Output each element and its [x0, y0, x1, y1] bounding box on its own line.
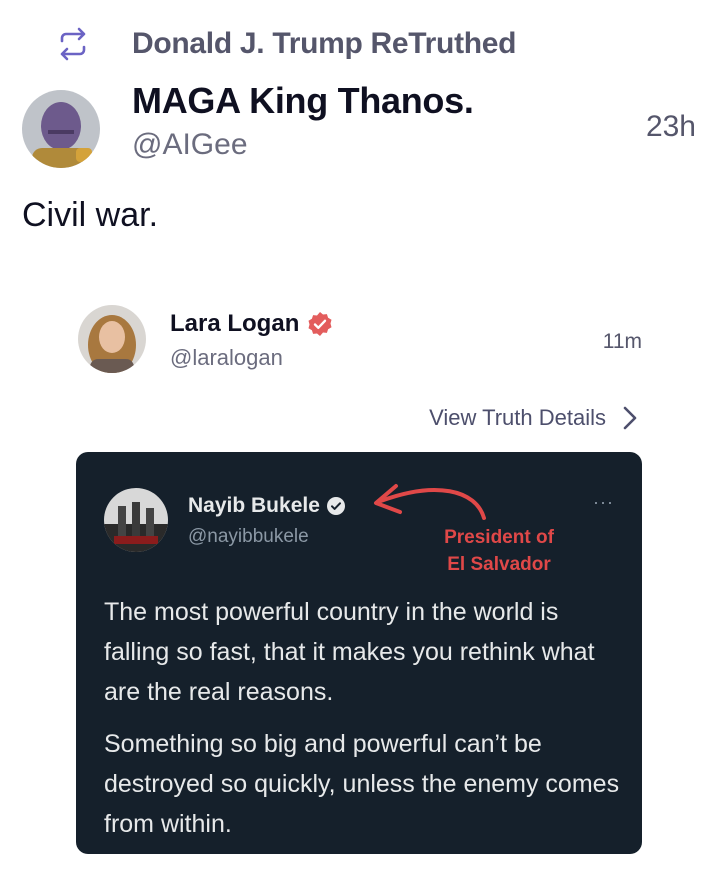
truth-post-screen: Donald J. Trump ReTruthed MAGA King Than…: [0, 0, 720, 883]
tweet-author-avatar: [104, 488, 168, 552]
quoted-author-handle[interactable]: @laralogan: [170, 345, 283, 371]
more-options-icon: ···: [593, 492, 614, 512]
quoted-author-display-name[interactable]: Lara Logan: [170, 310, 299, 338]
post-text: Civil war.: [22, 196, 159, 234]
president-annotation: President of El Salvador: [434, 524, 564, 578]
tweet-paragraph-1: The most powerful country in the world i…: [104, 598, 595, 706]
quoted-timestamp[interactable]: 11m: [603, 330, 642, 354]
annotation-arrow-icon: [374, 484, 486, 520]
tweet-author-name: Nayib Bukele: [188, 494, 320, 517]
quoted-author-name-row: Lara Logan: [170, 310, 333, 338]
annotation-line-2: El Salvador: [447, 554, 551, 575]
author-handle[interactable]: @AIGee: [132, 128, 248, 162]
chevron-right-icon[interactable]: [620, 404, 640, 432]
retruth-header: Donald J. Trump ReTruthed: [54, 22, 517, 66]
tweet-body: The most powerful country in the world i…: [104, 592, 624, 854]
view-truth-details-link[interactable]: View Truth Details: [429, 404, 640, 432]
quoted-author-avatar[interactable]: [78, 305, 146, 373]
embedded-tweet-image[interactable]: Nayib Bukele @nayibbukele ··· President …: [76, 452, 642, 854]
retruth-icon: [54, 25, 92, 63]
verified-badge-icon: [307, 311, 333, 337]
author-avatar[interactable]: [22, 90, 100, 168]
tweet-author-name-row: Nayib Bukele: [188, 494, 346, 518]
tweet-verified-icon: [326, 496, 346, 516]
post-timestamp[interactable]: 23h: [646, 110, 696, 144]
annotation-line-1: President of: [444, 527, 554, 548]
tweet-paragraph-2: Something so big and powerful can’t be d…: [104, 730, 620, 838]
author-display-name[interactable]: MAGA King Thanos.: [132, 80, 474, 122]
retruth-label: Donald J. Trump ReTruthed: [132, 27, 517, 60]
tweet-author-handle: @nayibbukele: [188, 526, 309, 547]
view-truth-details-label[interactable]: View Truth Details: [429, 405, 606, 431]
